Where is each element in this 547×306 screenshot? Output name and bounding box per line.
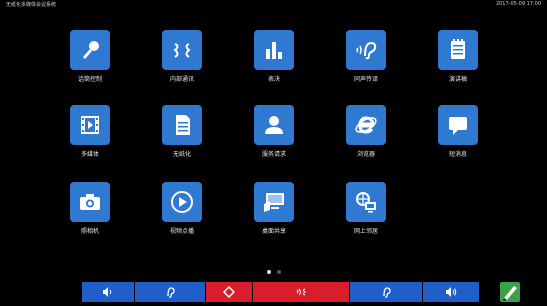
desktop-share-icon [264,193,284,212]
film-icon [81,116,99,134]
person-icon [265,116,283,134]
app-label: 内部通讯 [169,76,194,83]
tile[interactable] [254,182,294,222]
app-paperless[interactable]: 无纸化 [152,105,212,169]
bar-chart-icon [266,42,282,59]
tile[interactable] [70,105,110,145]
tile[interactable] [346,105,386,145]
speak-button[interactable] [253,282,349,302]
app-mic-control[interactable]: 话筒控制 [60,30,120,94]
app-label: 浏览器 [356,151,375,158]
ie-browser-icon [355,116,377,134]
app-label: 服务请求 [261,151,286,158]
tile[interactable] [70,182,110,222]
message-icon [449,117,467,135]
pen-icon [500,282,520,302]
app-label: 短消息 [448,151,467,158]
app-service-request[interactable]: 服务请求 [244,105,304,169]
page-indicator [265,270,285,276]
app-label: 话筒控制 [77,76,102,83]
microphone-icon [83,41,99,59]
tile[interactable] [346,182,386,222]
app-label: 视频点播 [169,228,194,235]
play-icon [171,191,193,213]
app-interpretation[interactable]: 同声传译 [336,30,396,94]
tile[interactable] [438,105,478,145]
listen-left-button[interactable] [135,282,205,302]
volume-up-icon [446,287,457,297]
intercom-icon [173,43,191,58]
tile[interactable] [438,30,478,70]
app-camera[interactable]: 照相机 [60,182,120,246]
app-network[interactable]: 网上邻居 [336,182,396,246]
app-intercom[interactable]: 内部通讯 [152,30,212,94]
app-label: 表决 [267,76,280,83]
tile[interactable] [162,105,202,145]
app-label: 演讲稿 [448,76,467,83]
tile[interactable] [346,30,386,70]
page-dot[interactable] [277,270,281,274]
tile[interactable] [70,30,110,70]
app-label: 无纸化 [172,151,191,158]
clock: 2017-05-09 17:00 [495,1,541,7]
app-label: 网上邻居 [353,228,378,235]
volume-up-button[interactable] [423,282,479,302]
camera-icon [80,194,100,210]
listen-right-button[interactable] [350,282,422,302]
page-dot-active[interactable] [267,270,271,274]
app-sms[interactable]: 短消息 [428,105,488,169]
app-label: 桌面共享 [261,228,286,235]
top-status-bar: 无纸化多媒体会议系统 2017-05-09 17:00 [0,0,547,10]
app-label: 多媒体 [80,151,99,158]
document-icon [176,115,190,135]
annotation-pen-button[interactable] [500,282,520,302]
ear-listen-icon [383,287,391,298]
app-vod[interactable]: 视频点播 [152,182,212,246]
tile[interactable] [162,30,202,70]
tile[interactable] [162,182,202,222]
ear-listen-icon [167,287,175,298]
home-button[interactable] [206,282,252,302]
app-vote[interactable]: 表决 [244,30,304,94]
app-title: 无纸化多媒体会议系统 [6,2,57,8]
speak-icon [296,288,306,296]
app-speech[interactable]: 演讲稿 [428,30,488,94]
notepad-icon [451,39,465,59]
ear-icon [356,41,377,60]
tile[interactable] [254,105,294,145]
tile[interactable] [254,30,294,70]
diamond-home-icon [223,286,235,298]
app-desktop-share[interactable]: 桌面共享 [244,182,304,246]
volume-down-button[interactable] [82,282,134,302]
app-browser[interactable]: 浏览器 [336,105,396,169]
app-label: 同声传译 [353,76,378,83]
app-label: 照相机 [80,228,99,235]
app-multimedia[interactable]: 多媒体 [60,105,120,169]
volume-down-icon [103,287,112,297]
network-icon [356,192,376,213]
